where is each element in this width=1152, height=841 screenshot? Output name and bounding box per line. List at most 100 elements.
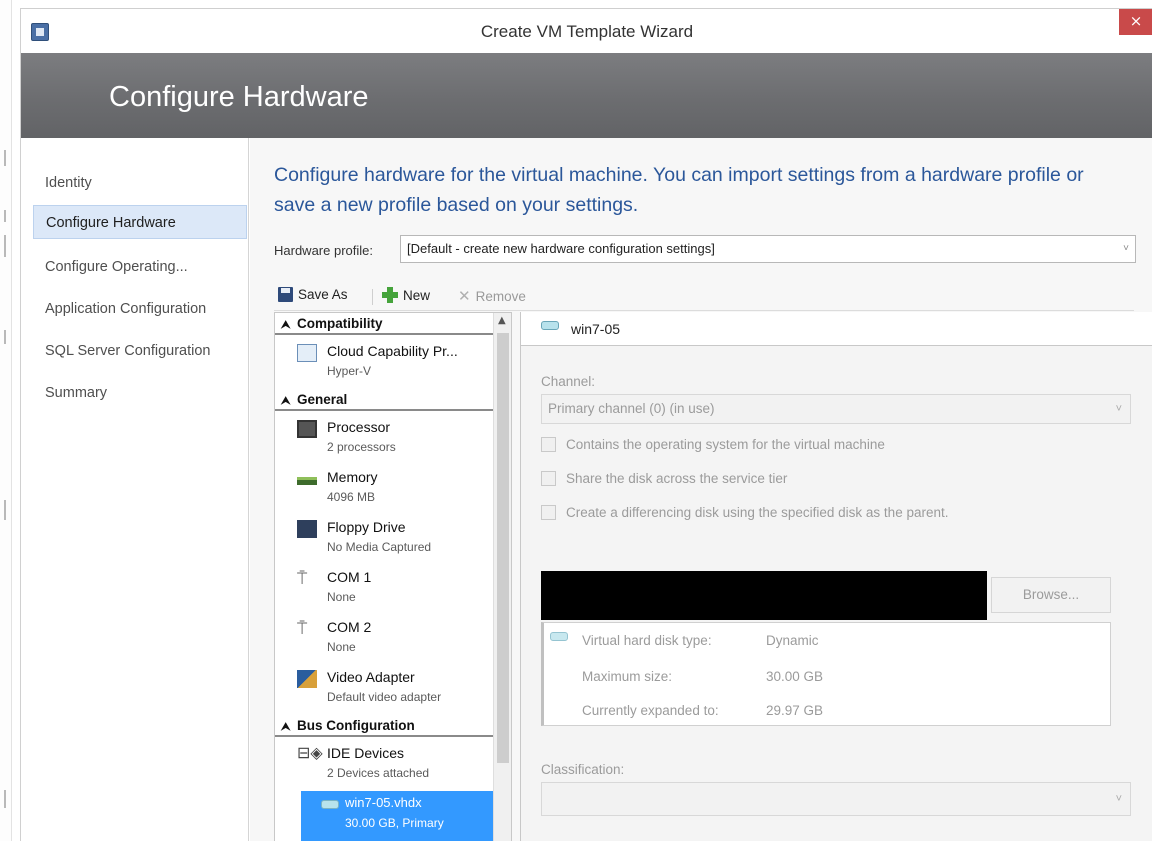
remove-button[interactable]: ✕ Remove	[458, 287, 526, 305]
tree-item-detail: 2 Devices attached	[327, 766, 430, 780]
toolbar-separator	[372, 289, 373, 305]
tree-item-name: Floppy Drive	[327, 519, 406, 535]
remove-label: Remove	[475, 288, 526, 304]
share-disk-checkbox[interactable]: Share the disk across the service tier	[541, 471, 787, 486]
group-bus-configuration[interactable]: ⮝ Bus Configuration	[275, 715, 493, 737]
tree-item-detail: Default video adapter	[327, 690, 442, 704]
step-configure-hardware[interactable]: Configure Hardware	[33, 205, 247, 239]
step-sql-server-configuration[interactable]: SQL Server Configuration	[33, 334, 247, 368]
save-as-button[interactable]: Save As	[278, 287, 348, 302]
tree-item-name: IDE Devices	[327, 745, 405, 761]
tree-item-win7-05-vhdx[interactable]: win7-05.vhdx 30.00 GB, Primary	[301, 791, 493, 841]
hardware-profile-value: [Default - create new hardware configura…	[407, 241, 715, 256]
tree-item-video-adapter[interactable]: Video Adapter Default video adapter	[275, 665, 493, 715]
com-port-icon: ⍑	[297, 619, 308, 638]
hardware-profile-select[interactable]: [Default - create new hardware configura…	[400, 235, 1136, 263]
checkbox-box	[541, 505, 556, 520]
tree-item-detail: Hyper-V	[327, 364, 372, 378]
main-panel: Configure hardware for the virtual machi…	[250, 138, 1152, 841]
hardware-tree: ⮝ Compatibility Cloud Capability Pr... Hy…	[274, 312, 512, 841]
device-details-header: win7-05	[521, 312, 1152, 346]
device-title: win7-05	[571, 321, 621, 337]
vhd-key: Virtual hard disk type:	[582, 633, 712, 648]
tree-item-name: Memory	[327, 469, 378, 485]
page-heading: Configure hardware for the virtual machi…	[274, 164, 1084, 216]
tree-item-name: win7-05.vhdx	[345, 795, 422, 810]
vhd-value: 30.00 GB	[766, 669, 824, 684]
step-identity[interactable]: Identity	[33, 166, 247, 200]
step-application-configuration[interactable]: Application Configuration	[33, 292, 247, 326]
window-title: Create VM Template Wizard	[480, 22, 694, 41]
add-icon	[382, 287, 398, 303]
tree-item-com-2[interactable]: ⍑ COM 2 None	[275, 615, 493, 665]
classification-label: Classification:	[541, 762, 625, 777]
banner-title: Configure Hardware	[109, 81, 369, 113]
tree-item-ide-devices[interactable]: ⊟◈ IDE Devices 2 Devices attached	[275, 741, 493, 791]
tree-item-detail: None	[327, 640, 356, 654]
wizard-steps-sidebar: Identity Configure Hardware Configure Op…	[21, 138, 249, 841]
tree-item-floppy-drive[interactable]: Floppy Drive No Media Captured	[275, 515, 493, 565]
virtual-disk-icon	[321, 800, 339, 809]
checkbox-label: Share the disk across the service tier	[566, 471, 788, 486]
ide-devices-icon: ⊟◈	[297, 745, 323, 762]
group-general[interactable]: ⮝ General	[275, 389, 493, 411]
save-as-label: Save As	[298, 287, 348, 302]
tree-item-name: COM 1	[327, 569, 372, 585]
vhd-expanded-row: Currently expanded to: 29.97 GB	[582, 703, 823, 718]
contains-os-checkbox[interactable]: Contains the operating system for the vi…	[541, 437, 885, 452]
tree-item-name: Video Adapter	[327, 669, 415, 685]
vhd-key: Maximum size:	[582, 669, 673, 684]
chevron-down-icon: ˅	[1123, 243, 1129, 254]
browse-button[interactable]: Browse...	[991, 577, 1111, 613]
tree-item-detail: 4096 MB	[327, 490, 376, 504]
tree-scrollbar[interactable]: ▲	[493, 313, 511, 841]
close-button[interactable]: ×	[1119, 9, 1152, 35]
collapse-icon: ⮝	[281, 319, 291, 331]
tree-item-name: Processor	[327, 419, 391, 435]
tree-item-com-1[interactable]: ⍑ COM 1 None	[275, 565, 493, 615]
channel-label: Channel:	[541, 374, 596, 389]
wizard-window: Create VM Template Wizard × Configure Ha…	[20, 8, 1152, 841]
checkbox-box	[541, 437, 556, 452]
collapse-icon: ⮝	[281, 395, 291, 407]
scroll-up-icon[interactable]: ▲	[498, 315, 506, 326]
checkbox-box	[541, 471, 556, 486]
tree-item-detail: 2 processors	[327, 440, 396, 454]
save-icon	[278, 287, 293, 302]
vhd-key: Currently expanded to:	[582, 703, 719, 718]
vhd-value: Dynamic	[766, 633, 819, 648]
virtual-disk-icon	[550, 632, 568, 641]
tree-item-detail: No Media Captured	[327, 540, 432, 554]
virtual-disk-icon	[541, 321, 559, 330]
channel-value: Primary channel (0) (in use)	[548, 401, 715, 416]
differencing-disk-checkbox[interactable]: Create a differencing disk using the spe…	[541, 505, 948, 520]
com-port-icon: ⍑	[297, 569, 308, 588]
group-compatibility[interactable]: ⮝ Compatibility	[275, 313, 493, 335]
virtual-disk-info: Virtual hard disk type: Dynamic Maximum s…	[541, 622, 1111, 726]
scrollbar-thumb[interactable]	[497, 333, 509, 763]
hardware-toolbar: Save As New ✕ Remove	[274, 281, 1134, 311]
new-button[interactable]: New	[382, 287, 430, 303]
video-adapter-icon	[297, 670, 317, 688]
step-summary[interactable]: Summary	[33, 376, 247, 410]
vhd-max-size-row: Maximum size: 30.00 GB	[582, 669, 823, 684]
tree-item-detail: 30.00 GB, Primary	[345, 816, 444, 830]
collapse-icon: ⮝	[281, 721, 291, 733]
floppy-drive-icon	[297, 520, 317, 538]
tree-item-cloud-capability[interactable]: Cloud Capability Pr... Hyper-V	[275, 339, 493, 389]
chevron-down-icon: ˅	[1115, 793, 1122, 805]
tree-item-name: COM 2	[327, 619, 372, 635]
wizard-banner: Configure Hardware	[21, 53, 1152, 138]
cloud-capability-icon	[297, 344, 317, 362]
channel-select[interactable]: Primary channel (0) (in use) ˅	[541, 394, 1131, 424]
tree-item-memory[interactable]: Memory 4096 MB	[275, 465, 493, 515]
hardware-profile-label: Hardware profile:	[274, 243, 373, 258]
device-details-panel: win7-05 Channel: Primary channel (0) (in…	[520, 312, 1152, 841]
chevron-down-icon: ˅	[1115, 403, 1122, 415]
classification-select[interactable]: ˅	[541, 782, 1131, 816]
tree-item-processor[interactable]: Processor 2 processors	[275, 415, 493, 465]
step-configure-operating-system[interactable]: Configure Operating...	[33, 250, 247, 284]
memory-icon	[297, 477, 317, 485]
tree-item-name: Cloud Capability Pr...	[327, 343, 458, 359]
new-label: New	[403, 287, 431, 303]
